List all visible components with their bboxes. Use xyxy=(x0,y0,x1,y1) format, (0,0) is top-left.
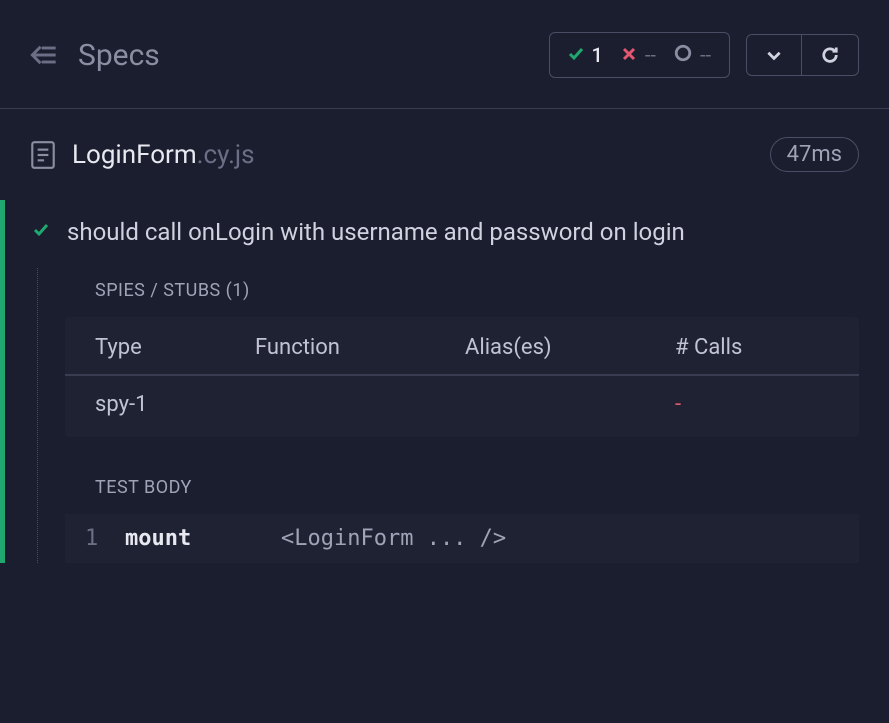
command-name: mount xyxy=(125,526,255,551)
spec-file-row: LoginForm.cy.js 47ms xyxy=(0,109,889,200)
page-title: Specs xyxy=(78,38,160,73)
pending-icon xyxy=(674,43,692,67)
stat-pending: -- xyxy=(674,43,711,67)
spec-filename[interactable]: LoginForm.cy.js xyxy=(72,140,255,170)
stat-failed: -- xyxy=(621,43,656,67)
check-icon xyxy=(33,222,49,243)
stat-failed-value: -- xyxy=(645,43,656,67)
cell-aliases xyxy=(465,392,675,417)
spies-table: Type Function Alias(es) # Calls spy-1 - xyxy=(65,317,859,437)
duration-badge: 47ms xyxy=(770,137,859,172)
cell-calls: - xyxy=(675,392,829,417)
table-row[interactable]: spy-1 - xyxy=(65,376,859,437)
test-title-row[interactable]: should call onLogin with username and pa… xyxy=(5,200,889,268)
expand-button[interactable] xyxy=(747,35,802,75)
test-stats: 1 -- -- xyxy=(549,32,731,78)
stat-passed: 1 xyxy=(568,43,603,67)
table-header: Type Function Alias(es) # Calls xyxy=(65,317,859,376)
x-icon xyxy=(621,43,637,67)
cell-type: spy-1 xyxy=(95,392,255,417)
test-item: should call onLogin with username and pa… xyxy=(0,200,889,563)
test-details: SPIES / STUBS (1) Type Function Alias(es… xyxy=(5,268,889,563)
spec-file-left: LoginForm.cy.js xyxy=(30,140,255,170)
back-icon[interactable] xyxy=(30,43,58,67)
header-left: Specs xyxy=(30,38,160,73)
spec-filename-main: LoginForm xyxy=(72,140,197,170)
command-number: 1 xyxy=(85,526,99,551)
stat-passed-value: 1 xyxy=(592,43,603,67)
spec-filename-ext: .cy.js xyxy=(197,140,255,170)
cell-function xyxy=(255,392,465,417)
check-icon xyxy=(568,43,584,67)
test-body-section: TEST BODY 1 mount <LoginForm ... /> xyxy=(37,465,889,563)
header-right: 1 -- -- xyxy=(549,32,860,78)
col-aliases: Alias(es) xyxy=(465,335,675,360)
command-row[interactable]: 1 mount <LoginForm ... /> xyxy=(65,514,859,563)
action-buttons xyxy=(746,34,859,76)
col-calls: # Calls xyxy=(675,335,829,360)
file-icon xyxy=(30,140,56,170)
test-title: should call onLogin with username and pa… xyxy=(67,218,685,246)
reload-button[interactable] xyxy=(802,35,858,75)
col-function: Function xyxy=(255,335,465,360)
test-body-label: TEST BODY xyxy=(37,465,889,514)
specs-header: Specs 1 -- -- xyxy=(0,0,889,109)
spies-section-label: SPIES / STUBS (1) xyxy=(37,268,889,317)
stat-pending-value: -- xyxy=(700,43,711,67)
command-args: <LoginForm ... /> xyxy=(281,526,506,551)
col-type: Type xyxy=(95,335,255,360)
